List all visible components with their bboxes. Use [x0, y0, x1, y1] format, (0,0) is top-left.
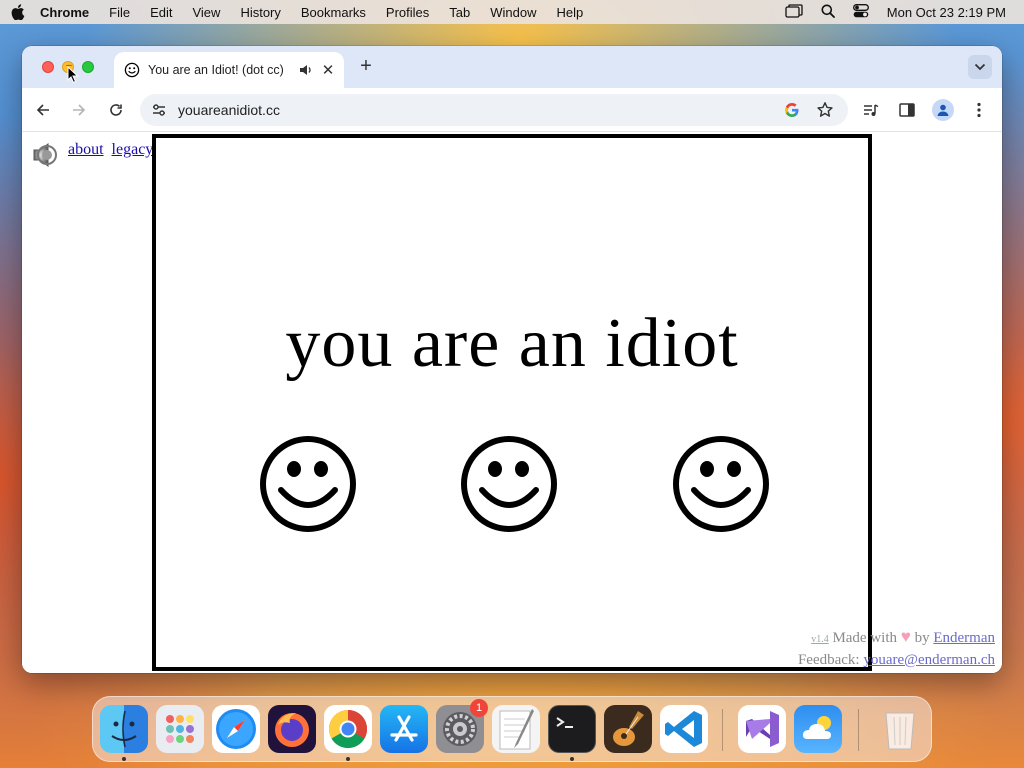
dock-app-store-icon[interactable]: [380, 705, 428, 753]
reload-icon: [110, 104, 122, 116]
author-link[interactable]: Enderman: [933, 630, 995, 646]
back-button[interactable]: [32, 99, 54, 121]
menu-bookmarks[interactable]: Bookmarks: [291, 5, 376, 20]
dock-running-indicator: [346, 757, 350, 761]
menu-help[interactable]: Help: [547, 5, 594, 20]
dock-visual-studio-icon[interactable]: [738, 705, 786, 753]
side-panel-button[interactable]: [896, 99, 918, 121]
feedback-email-link[interactable]: youare@enderman.ch: [863, 652, 995, 668]
by-text: by: [914, 630, 930, 646]
control-center-icon[interactable]: [852, 3, 869, 21]
person-icon: [937, 104, 949, 116]
tab-audio-playing-icon[interactable]: [298, 62, 314, 78]
chrome-menu-button[interactable]: [968, 99, 990, 121]
side-panel-icon: [899, 103, 915, 117]
version-link[interactable]: v1.4: [811, 634, 829, 645]
menu-file[interactable]: File: [99, 5, 140, 20]
dock-garageband-icon[interactable]: [604, 705, 652, 753]
menu-tab[interactable]: Tab: [439, 5, 480, 20]
menu-clock[interactable]: Mon Oct 23 2:19 PM: [887, 5, 1006, 20]
avatar: [932, 99, 954, 121]
dock-chrome-icon[interactable]: [324, 705, 372, 753]
menu-bar: Chrome File Edit View History Bookmarks …: [0, 0, 1024, 24]
spotlight-search-icon[interactable]: [821, 4, 835, 21]
chevron-down-icon: [974, 63, 986, 71]
menu-edit[interactable]: Edit: [140, 5, 182, 20]
dock-running-indicator: [570, 757, 574, 761]
menu-profiles[interactable]: Profiles: [376, 5, 439, 20]
smiley-favicon-icon: [124, 62, 140, 78]
page-headline: you are an idiot: [285, 305, 739, 382]
dock-system-settings-icon[interactable]: 1: [436, 699, 488, 753]
page-viewport: about legacy safe you are an idiot: [22, 133, 1002, 673]
menu-history[interactable]: History: [230, 5, 290, 20]
page-footer: v1.4 Made with ♥ by Enderman Feedback: y…: [798, 627, 995, 670]
arrow-left-icon: [36, 104, 49, 116]
bookmark-star-icon[interactable]: [816, 101, 834, 119]
dock-trash-icon[interactable]: [876, 705, 924, 753]
browser-toolbar: youareanidiot.cc: [22, 88, 1002, 132]
kebab-menu-icon: [977, 102, 981, 118]
feedback-label: Feedback:: [797, 652, 860, 668]
tab-strip: – You are an Idiot! (dot cc) ✕ +: [22, 46, 1002, 88]
google-lens-icon[interactable]: [784, 102, 800, 118]
legacy-link[interactable]: legacy: [112, 141, 154, 158]
smiley-face-icon: [461, 436, 557, 532]
window-close-button[interactable]: [42, 61, 54, 73]
profile-button[interactable]: [932, 99, 954, 121]
address-url[interactable]: youareanidiot.cc: [178, 102, 784, 118]
dock-separator: [722, 709, 723, 751]
dock-separator: [858, 709, 859, 751]
notification-badge: 1: [470, 699, 488, 717]
made-with-text: Made with: [832, 630, 898, 646]
window-zoom-button[interactable]: [82, 61, 94, 73]
dock-firefox-icon[interactable]: [268, 705, 316, 753]
menu-app-name[interactable]: Chrome: [36, 5, 99, 20]
media-controls-button[interactable]: [860, 99, 882, 121]
dock: 1: [92, 696, 932, 762]
heart-icon: ♥: [900, 627, 911, 646]
dock-running-indicator: [122, 757, 126, 761]
smiley-face-icon: [673, 436, 769, 532]
address-bar[interactable]: youareanidiot.cc: [140, 94, 848, 126]
dock-finder-icon[interactable]: [100, 705, 148, 753]
dock-vscode-icon[interactable]: [660, 705, 708, 753]
dock-textedit-icon[interactable]: [492, 705, 540, 753]
apple-menu-icon[interactable]: [0, 4, 36, 20]
media-queue-icon: [864, 104, 879, 116]
tab-close-button[interactable]: ✕: [320, 61, 336, 79]
dock-safari-icon[interactable]: [212, 705, 260, 753]
idiot-popup-window: you are an idiot: [152, 134, 872, 671]
arrow-right-icon: [73, 104, 86, 116]
speaker-icon[interactable]: [30, 139, 62, 171]
reload-button[interactable]: [105, 99, 127, 121]
browser-tab-active[interactable]: You are an Idiot! (dot cc) ✕: [114, 52, 344, 88]
dock-weather-icon[interactable]: [794, 705, 842, 753]
screen-mirroring-icon[interactable]: [785, 3, 803, 21]
forward-button[interactable]: [68, 99, 90, 121]
menu-window[interactable]: Window: [480, 5, 546, 20]
site-settings-icon[interactable]: [148, 99, 170, 121]
tab-search-button[interactable]: [968, 55, 992, 79]
mouse-cursor-icon: [67, 66, 79, 84]
new-tab-button[interactable]: +: [356, 56, 376, 77]
about-link[interactable]: about: [68, 141, 104, 158]
dock-terminal-icon[interactable]: [548, 705, 596, 753]
tab-title: You are an Idiot! (dot cc): [148, 63, 284, 77]
dock-launchpad-icon[interactable]: [156, 705, 204, 753]
menu-view[interactable]: View: [182, 5, 230, 20]
browser-window: – You are an Idiot! (dot cc) ✕ + youarea…: [22, 46, 1002, 673]
smiley-face-icon: [260, 436, 356, 532]
